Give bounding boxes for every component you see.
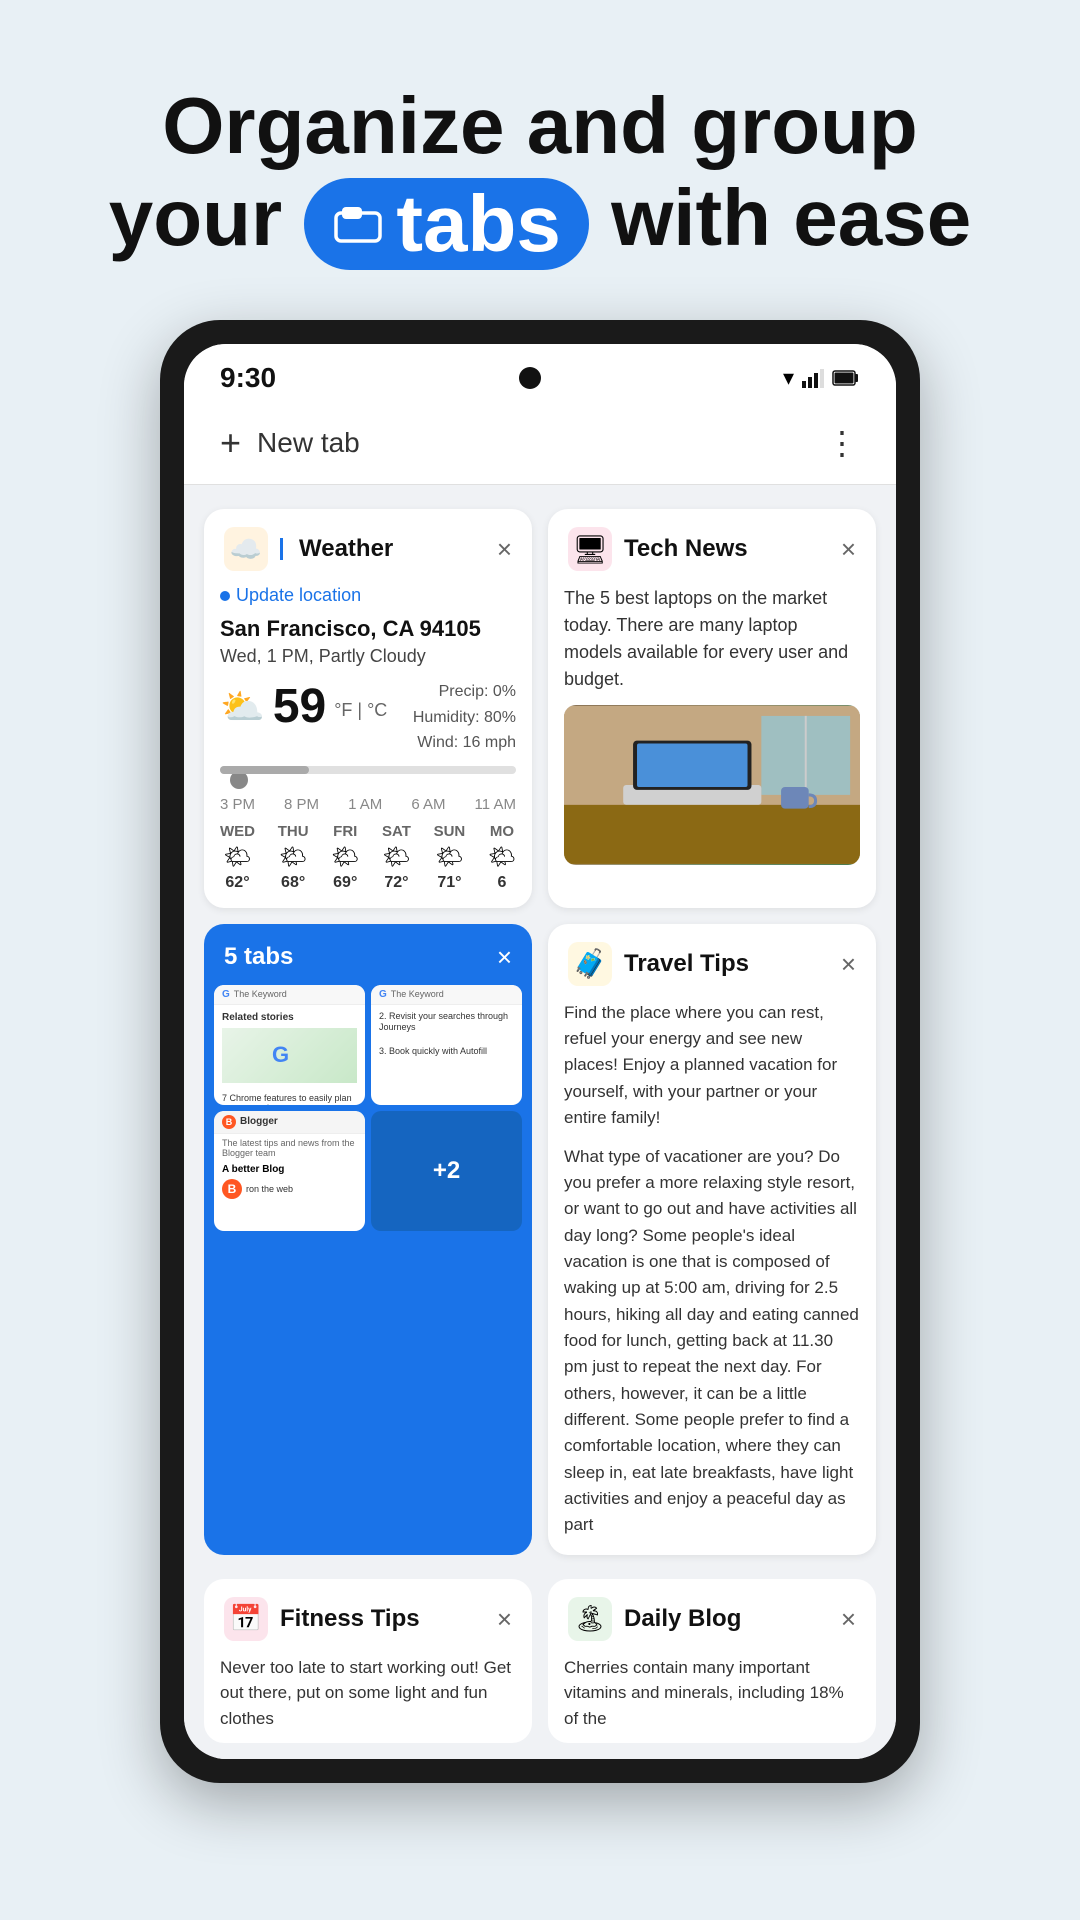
weather-close-btn[interactable]: × <box>497 536 512 562</box>
daily-blog-header: 🏝 Daily Blog × <box>548 1579 876 1655</box>
weather-temp: 59 <box>273 679 326 734</box>
weather-card-header: ☁️ Weather × <box>204 509 532 585</box>
weather-desc: Wed, 1 PM, Partly Cloudy <box>220 646 516 667</box>
travel-body: Find the place where you can rest, refue… <box>548 1000 876 1555</box>
travel-tips-header: 🧳 Travel Tips × <box>548 924 876 1000</box>
weather-temp-row: ⛅ 59 °F | °C Precip: 0% Humidity: 80% Wi… <box>220 679 516 756</box>
blog-icon: 🏝 <box>568 1597 612 1641</box>
tech-news-icon: 🖥 <box>568 527 612 571</box>
tech-news-title: Tech News <box>624 535 748 563</box>
hero-title: Organize and group <box>60 80 1020 172</box>
weather-timeline: 3 PM 8 PM 1 AM 6 AM 11 AM <box>220 766 516 813</box>
update-location[interactable]: Update location <box>220 585 516 606</box>
day-forecast-sun: SUN 🌤 71° <box>434 823 466 892</box>
plus-icon: + <box>220 422 241 464</box>
travel-tips-close-btn[interactable]: × <box>841 951 856 977</box>
phone-frame: 9:30 ▾ <box>160 320 920 1783</box>
mini-tab-plus[interactable]: +2 <box>371 1111 522 1231</box>
weather-card-body: Update location San Francisco, CA 94105 … <box>204 585 532 908</box>
weather-emoji: ⛅ <box>220 686 265 728</box>
status-icons: ▾ <box>783 365 860 391</box>
timeline-times: 3 PM 8 PM 1 AM 6 AM 11 AM <box>220 796 516 813</box>
menu-dots-icon[interactable]: ⋮ <box>826 424 860 462</box>
update-dot <box>220 591 230 601</box>
tech-news-text: The 5 best laptops on the market today. … <box>564 585 860 693</box>
signal-icon <box>802 367 824 389</box>
tech-news-image <box>564 705 860 865</box>
battery-icon <box>832 369 860 387</box>
tech-news-body: The 5 best laptops on the market today. … <box>548 585 876 881</box>
hero-post: with ease <box>611 173 971 262</box>
tech-news-header: 🖥 Tech News × <box>548 509 876 585</box>
travel-tips-card[interactable]: 🧳 Travel Tips × Find the place where you… <box>548 924 876 1555</box>
blog-body: Cherries contain many important vitamins… <box>548 1655 876 1744</box>
five-tabs-close-btn[interactable]: × <box>497 942 512 973</box>
five-tabs-grid: G The Keyword Related stories G <box>204 985 532 1241</box>
fitness-title: Fitness Tips <box>280 1605 420 1633</box>
weather-card[interactable]: ☁️ Weather × Update location San Francis… <box>204 509 532 908</box>
daily-blog-title: Daily Blog <box>624 1605 741 1633</box>
day-forecast-sat: SAT 🌤 72° <box>382 823 411 892</box>
five-tabs-header: 5 tabs × <box>204 924 532 985</box>
camera-dot <box>519 367 541 389</box>
new-tab-label: New tab <box>257 427 360 459</box>
laptop-illustration <box>564 705 860 865</box>
hero-section: Organize and group your tabs with ease <box>0 0 1080 320</box>
travel-text-2: What type of vacationer are you? Do you … <box>564 1144 860 1539</box>
new-tab-btn[interactable]: + New tab <box>220 422 360 464</box>
fitness-close-btn[interactable]: × <box>497 1606 512 1632</box>
fitness-body: Never too late to start working out! Get… <box>204 1655 532 1744</box>
tech-news-card[interactable]: 🖥 Tech News × The 5 best laptops on the … <box>548 509 876 908</box>
fitness-icon: 📅 <box>224 1597 268 1641</box>
mini-tab-blogger[interactable]: B Blogger The latest tips and news from … <box>214 1111 365 1231</box>
travel-icon: 🧳 <box>568 942 612 986</box>
blogger-label: Blogger <box>240 1116 278 1127</box>
weekly-forecast: WED 🌤 62° THU 🌤 68° FRI 🌤 <box>220 823 516 892</box>
daily-blog-card[interactable]: 🏝 Daily Blog × Cherries contain many imp… <box>548 1579 876 1744</box>
fitness-header: 📅 Fitness Tips × <box>204 1579 532 1655</box>
five-tabs-card[interactable]: 5 tabs × G The Keyword Related stories <box>204 924 532 1555</box>
day-forecast-fri: FRI 🌤 69° <box>331 823 359 892</box>
tabs-highlight: tabs <box>304 178 589 270</box>
google-logo-mini: G <box>270 1040 310 1070</box>
weather-location: San Francisco, CA 94105 <box>220 616 516 642</box>
status-bar: 9:30 ▾ <box>184 344 896 406</box>
fitness-tips-card[interactable]: 📅 Fitness Tips × Never too late to start… <box>204 1579 532 1744</box>
mini-tab-2[interactable]: G The Keyword 2. Revisit your searches t… <box>371 985 522 1105</box>
phone-screen: 9:30 ▾ <box>184 344 896 1759</box>
blog-text: Cherries contain many important vitamins… <box>564 1658 844 1728</box>
bottom-cards: 📅 Fitness Tips × Never too late to start… <box>184 1579 896 1760</box>
mini-tab-1[interactable]: G The Keyword Related stories G <box>214 985 365 1105</box>
phone-wrapper: 9:30 ▾ <box>0 320 1080 1823</box>
hero-pre: your <box>109 173 282 262</box>
fitness-text: Never too late to start working out! Get… <box>220 1658 511 1728</box>
svg-text:G: G <box>272 1042 289 1067</box>
day-forecast-mon: MO 🌤 6 <box>488 823 516 892</box>
timeline-bar <box>220 766 516 774</box>
travel-tips-title: Travel Tips <box>624 950 749 978</box>
chrome-bar: + New tab ⋮ <box>184 406 896 485</box>
weather-stats: Precip: 0% Humidity: 80% Wind: 16 mph <box>413 679 516 756</box>
temp-unit: °F | °C <box>334 700 387 721</box>
weather-title: Weather <box>299 535 393 563</box>
weather-icon: ☁️ <box>224 527 268 571</box>
wifi-icon: ▾ <box>783 365 794 391</box>
blog-close-btn[interactable]: × <box>841 1606 856 1632</box>
travel-text-1: Find the place where you can rest, refue… <box>564 1000 860 1132</box>
five-tabs-label: 5 tabs <box>224 943 293 971</box>
weather-indicator <box>280 538 283 560</box>
status-time: 9:30 <box>220 362 276 394</box>
tech-news-close-btn[interactable]: × <box>841 536 856 562</box>
day-forecast-wed: WED 🌤 62° <box>220 823 255 892</box>
day-forecast-thu: THU 🌤 68° <box>278 823 309 892</box>
tab-groups-grid: ☁️ Weather × Update location San Francis… <box>184 485 896 1579</box>
